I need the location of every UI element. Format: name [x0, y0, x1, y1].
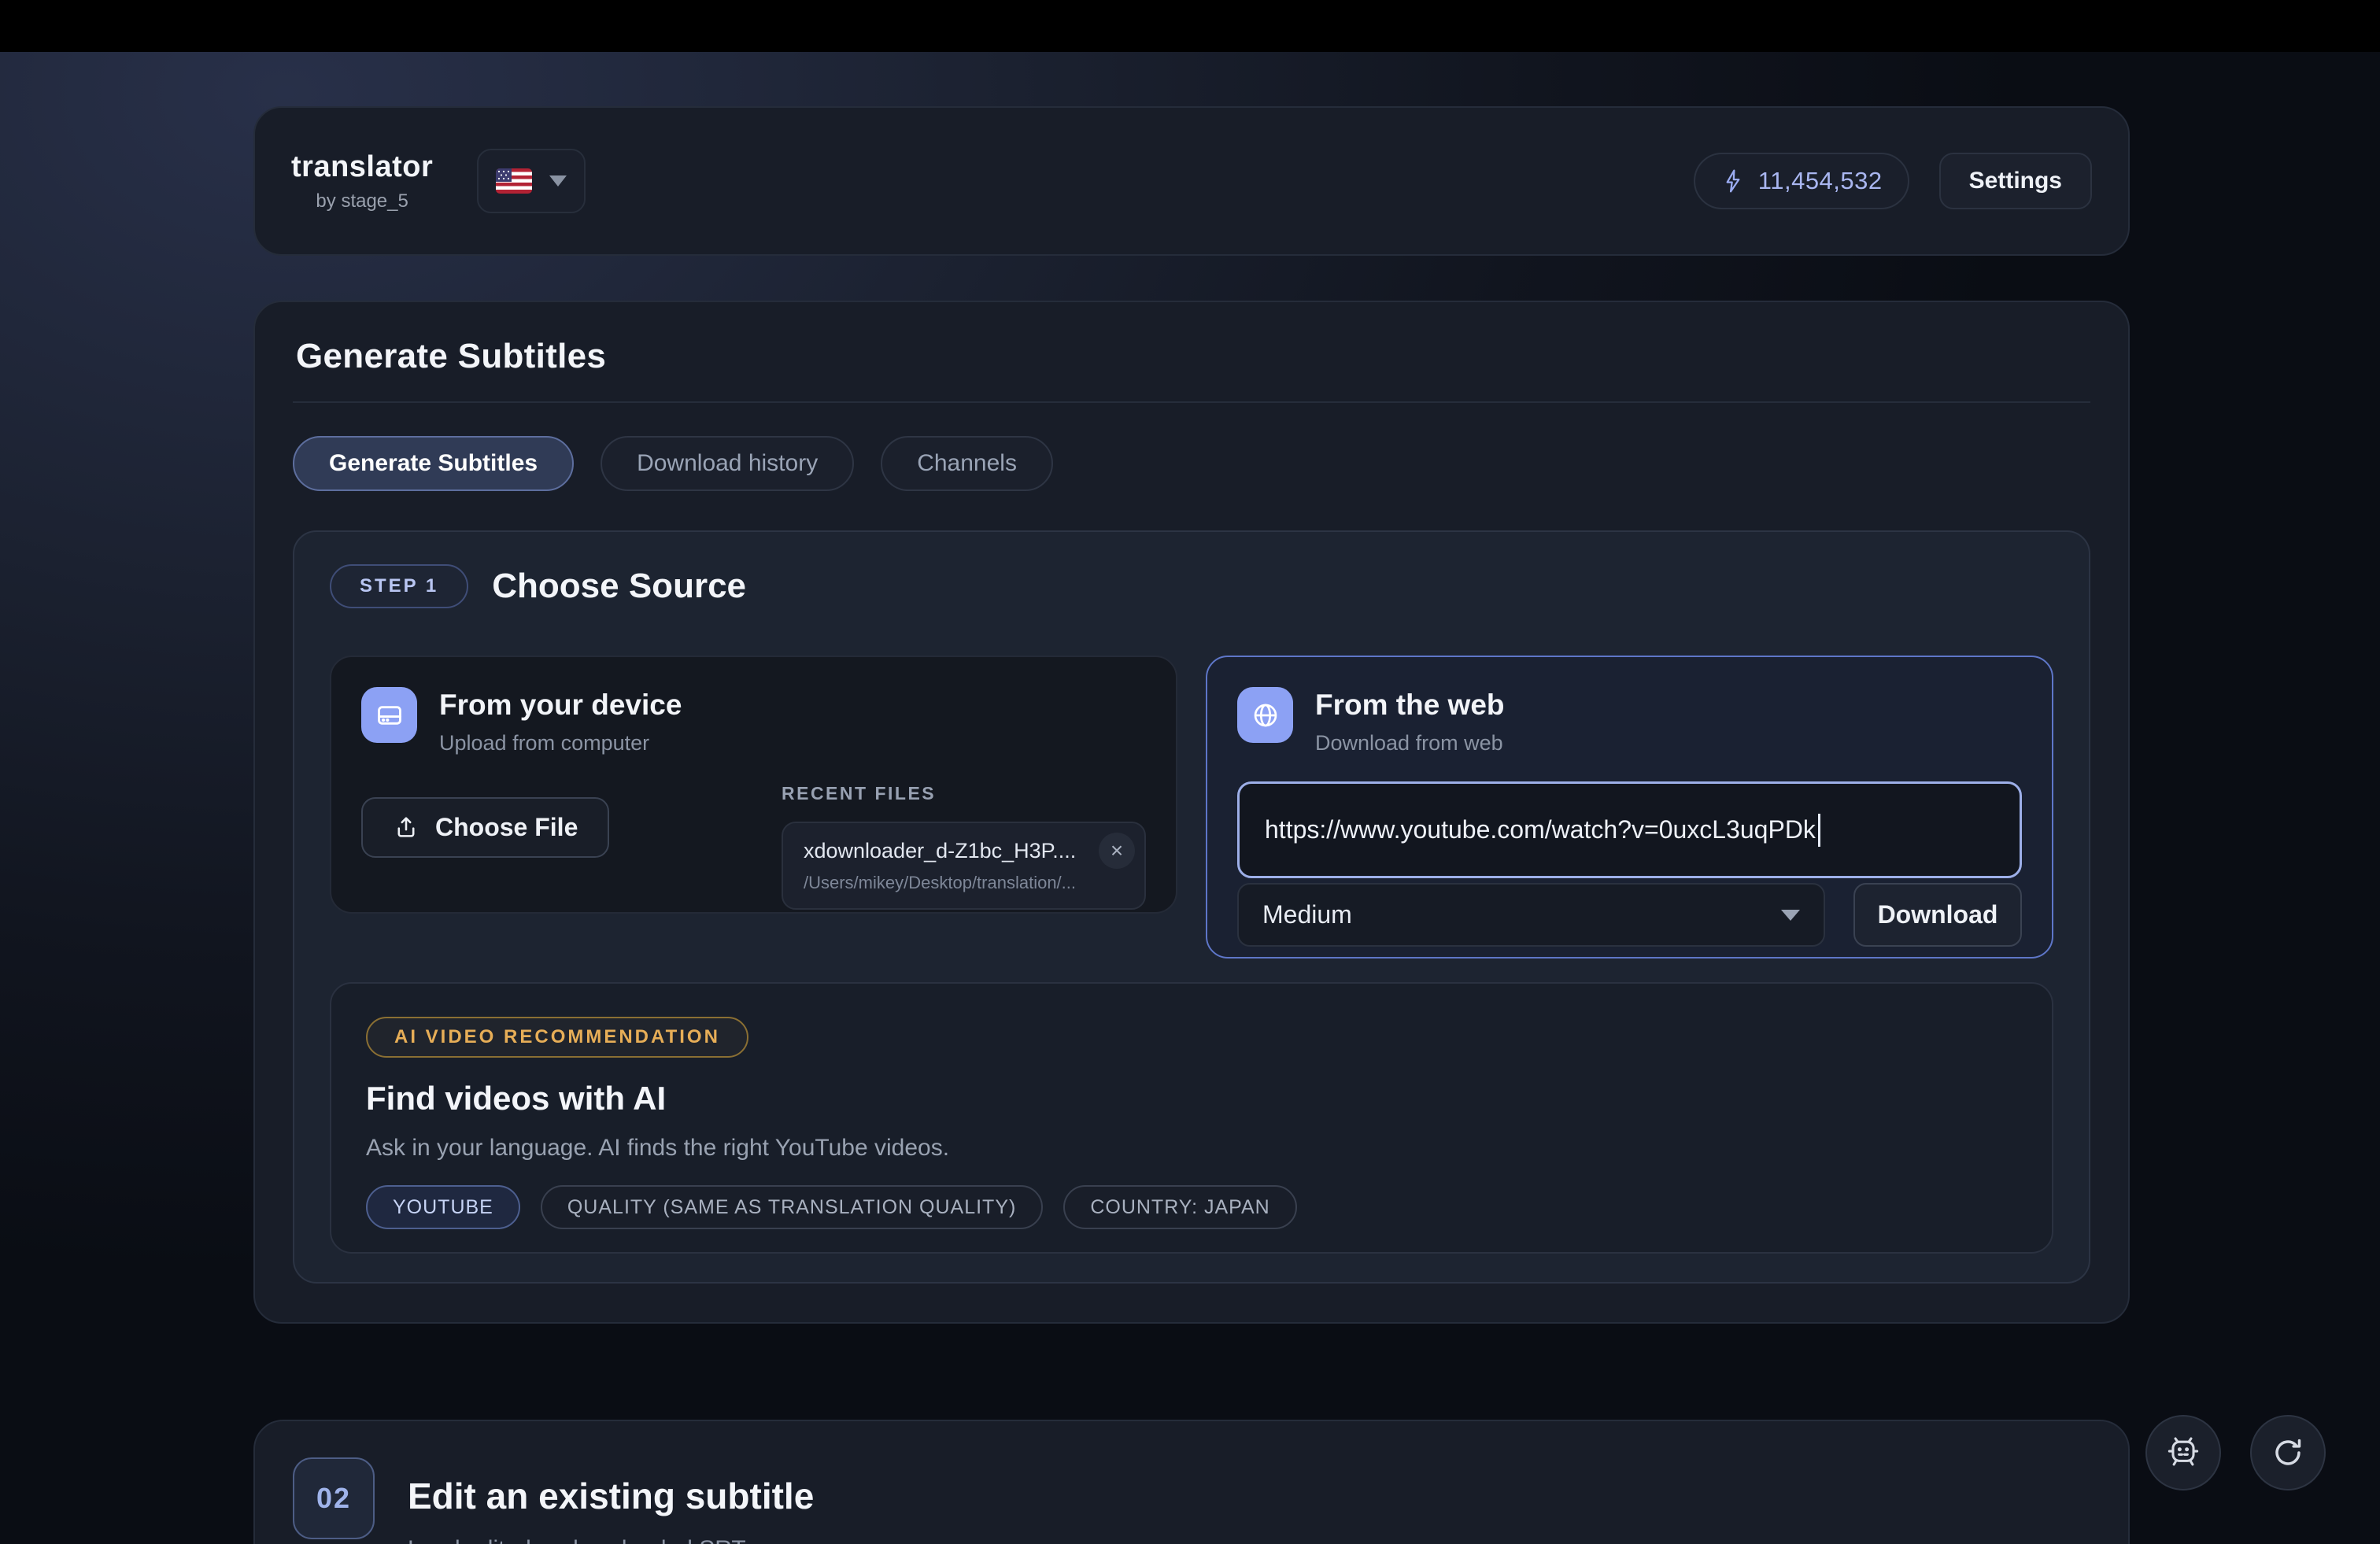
us-flag-icon [496, 168, 532, 194]
ai-title: Find videos with AI [366, 1080, 2017, 1117]
file-path: /Users/mikey/Desktop/translation/... [804, 873, 1103, 893]
choose-file-label: Choose File [435, 813, 578, 842]
tab-bar: Generate Subtitles Download history Chan… [293, 436, 2090, 491]
tab-label: Channels [917, 450, 1017, 477]
refresh-button[interactable] [2250, 1415, 2326, 1490]
remove-file-button[interactable]: × [1099, 833, 1135, 869]
web-card-header: From the web Download from web [1237, 687, 2022, 755]
web-card-subtitle: Download from web [1315, 731, 1505, 755]
divider [293, 401, 2090, 403]
device-card-body: Choose File RECENT FILES xdownloader_d-Z… [361, 783, 1146, 910]
quality-select[interactable]: Medium [1237, 883, 1825, 947]
step2-number-badge: 02 [293, 1457, 375, 1539]
tab-label: Generate Subtitles [329, 450, 538, 477]
lightning-icon [1720, 168, 1746, 194]
chip-label: QUALITY (SAME AS TRANSLATION QUALITY) [567, 1196, 1016, 1219]
chevron-down-icon [549, 175, 567, 187]
settings-button[interactable]: Settings [1939, 153, 2092, 209]
url-value: https://www.youtube.com/watch?v=0uxcL3uq… [1265, 815, 1816, 844]
chip-quality[interactable]: QUALITY (SAME AS TRANSLATION QUALITY) [541, 1185, 1043, 1229]
language-selector[interactable] [477, 149, 586, 213]
app-identity: translator by stage_5 [291, 150, 433, 212]
generate-subtitles-card: Generate Subtitles Generate Subtitles Do… [253, 301, 2130, 1324]
file-name: xdownloader_d-Z1bc_H3P.... [804, 839, 1087, 863]
web-card-titles: From the web Download from web [1315, 687, 1505, 755]
step2-header: 02 Edit an existing subtitle Load edited… [293, 1457, 2090, 1544]
bug-icon [2165, 1435, 2201, 1471]
tab-generate-subtitles[interactable]: Generate Subtitles [293, 436, 574, 491]
page-title: Generate Subtitles [296, 337, 2090, 376]
web-card-title: From the web [1315, 689, 1505, 722]
text-caret [1818, 814, 1820, 847]
app-subtitle: by stage_5 [316, 190, 408, 212]
quality-selected-value: Medium [1262, 900, 1352, 929]
step1-badge: STEP 1 [330, 564, 468, 608]
step1-title: Choose Source [492, 567, 746, 606]
credits-value: 11,454,532 [1758, 167, 1883, 195]
chip-label: YOUTUBE [393, 1196, 493, 1219]
device-card-subtitle: Upload from computer [439, 731, 682, 755]
hard-drive-icon [361, 687, 417, 743]
device-card-titles: From your device Upload from computer [439, 687, 682, 755]
refresh-icon [2271, 1435, 2305, 1470]
choose-file-button[interactable]: Choose File [361, 797, 609, 858]
edit-subtitle-card: 02 Edit an existing subtitle Load edited… [253, 1420, 2130, 1544]
download-button[interactable]: Download [1853, 883, 2022, 947]
app-background: translator by stage_5 [0, 0, 2380, 1544]
video-url-input[interactable]: https://www.youtube.com/watch?v=0uxcL3uq… [1237, 781, 2022, 878]
upload-icon [393, 814, 419, 841]
tab-label: Download history [637, 450, 818, 477]
from-device-card[interactable]: From your device Upload from computer Ch… [330, 656, 1177, 914]
credits-counter[interactable]: 11,454,532 [1694, 153, 1909, 209]
recent-file-chip[interactable]: xdownloader_d-Z1bc_H3P.... /Users/mikey/… [782, 822, 1146, 910]
close-icon: × [1111, 838, 1123, 863]
step2-titles: Edit an existing subtitle Load edited or… [408, 1457, 814, 1544]
step1-header: STEP 1 Choose Source [330, 564, 2053, 608]
top-black-bar [0, 0, 2380, 52]
settings-label: Settings [1969, 168, 2062, 194]
source-options-row: From your device Upload from computer Ch… [330, 656, 2053, 959]
chip-youtube[interactable]: YOUTUBE [366, 1185, 520, 1229]
download-label: Download [1878, 900, 1998, 929]
chip-country[interactable]: COUNTRY: JAPAN [1063, 1185, 1296, 1229]
ai-description: Ask in your language. AI finds the right… [366, 1135, 2017, 1162]
device-card-title: From your device [439, 689, 682, 722]
ai-chips-row: YOUTUBE QUALITY (SAME AS TRANSLATION QUA… [366, 1185, 2017, 1229]
web-card-actions: Medium Download [1237, 883, 2022, 947]
tab-download-history[interactable]: Download history [601, 436, 854, 491]
from-web-card[interactable]: From the web Download from web https://w… [1206, 656, 2053, 959]
ai-recommendation-badge: AI VIDEO RECOMMENDATION [366, 1017, 748, 1058]
ai-recommendation-panel[interactable]: AI VIDEO RECOMMENDATION Find videos with… [330, 982, 2053, 1254]
app-title: translator [291, 150, 433, 184]
chevron-down-icon [1781, 910, 1800, 921]
step2-subtitle: Load edited or downloaded SRT [408, 1536, 814, 1544]
header-actions: 11,454,532 Settings [1694, 153, 2092, 209]
device-card-header: From your device Upload from computer [361, 687, 1146, 755]
recent-files-label: RECENT FILES [782, 783, 1146, 804]
step2-title: Edit an existing subtitle [408, 1475, 814, 1517]
header-card: translator by stage_5 [253, 106, 2130, 256]
globe-icon [1237, 687, 1293, 743]
step1-panel: STEP 1 Choose Source [293, 530, 2090, 1284]
debug-button[interactable] [2145, 1415, 2221, 1490]
recent-files: RECENT FILES xdownloader_d-Z1bc_H3P.... … [782, 783, 1146, 910]
chip-label: COUNTRY: JAPAN [1090, 1196, 1269, 1219]
tab-channels[interactable]: Channels [881, 436, 1053, 491]
